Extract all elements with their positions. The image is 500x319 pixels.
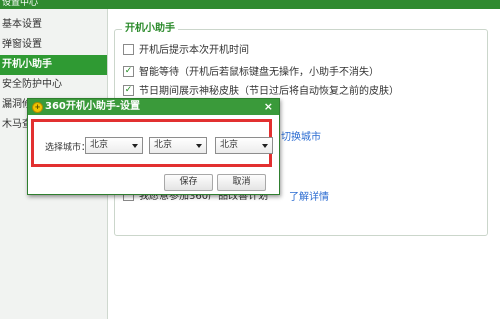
sidebar-item-basic-settings[interactable]: 基本设置 — [0, 15, 107, 35]
window-title: 设置中心 — [2, 0, 39, 8]
district-select[interactable]: 北京 — [215, 137, 273, 154]
city-selection-highlight: 选择城市： 北京 北京 北京 — [31, 119, 273, 167]
dialog-title: 360开机小助手-设置 — [45, 101, 141, 112]
window-titlebar: 设置中心 — [0, 0, 500, 9]
option-holiday-skin[interactable]: ✓ 节日期间展示神秘皮肤（节日过后将自动恢复之前的皮肤） — [123, 84, 399, 99]
checkbox-smart-wait[interactable]: ✓ — [123, 65, 134, 77]
option-show-boot-time[interactable]: 开机后提示本次开机时间 — [123, 43, 249, 58]
app-logo-icon: + — [32, 102, 43, 113]
chevron-down-icon — [132, 144, 138, 148]
province-select[interactable]: 北京 — [85, 137, 143, 154]
option-label: 开机后提示本次开机时间 — [139, 45, 249, 56]
city-label: 选择城市： — [45, 143, 91, 153]
province-select-value: 北京 — [90, 140, 109, 150]
cancel-button[interactable]: 取消 — [217, 174, 266, 191]
learn-more-link[interactable]: 了解详情 — [287, 191, 329, 205]
checkbox-show-boot-time[interactable] — [123, 43, 134, 55]
option-smart-wait[interactable]: ✓ 智能等待（开机后若鼠标键盘无操作，小助手不消失） — [123, 65, 379, 80]
sidebar-item-security-center[interactable]: 安全防护中心 — [0, 75, 107, 95]
chevron-down-icon — [262, 144, 268, 148]
city-select-value: 北京 — [154, 140, 173, 150]
chevron-down-icon — [196, 144, 202, 148]
city-settings-dialog: + 360开机小助手-设置 × 选择城市： 北京 北京 北京 保存 取消 — [27, 98, 280, 195]
option-label: 节日期间展示神秘皮肤（节日过后将自动恢复之前的皮肤） — [139, 86, 399, 97]
close-icon[interactable]: × — [264, 100, 273, 114]
group-title: 开机小助手 — [122, 23, 178, 35]
sidebar-item-popup-settings[interactable]: 弹窗设置 — [0, 35, 107, 55]
sidebar-item-boot-assistant[interactable]: 开机小助手 — [0, 55, 107, 75]
save-button[interactable]: 保存 — [164, 174, 213, 191]
city-select[interactable]: 北京 — [149, 137, 207, 154]
option-label: 智能等待（开机后若鼠标键盘无操作，小助手不消失） — [139, 67, 379, 78]
dialog-titlebar: + 360开机小助手-设置 × — [28, 99, 279, 115]
district-select-value: 北京 — [220, 140, 239, 150]
switch-city-link[interactable]: 切换城市 — [281, 128, 321, 143]
checkbox-holiday-skin[interactable]: ✓ — [123, 84, 134, 96]
